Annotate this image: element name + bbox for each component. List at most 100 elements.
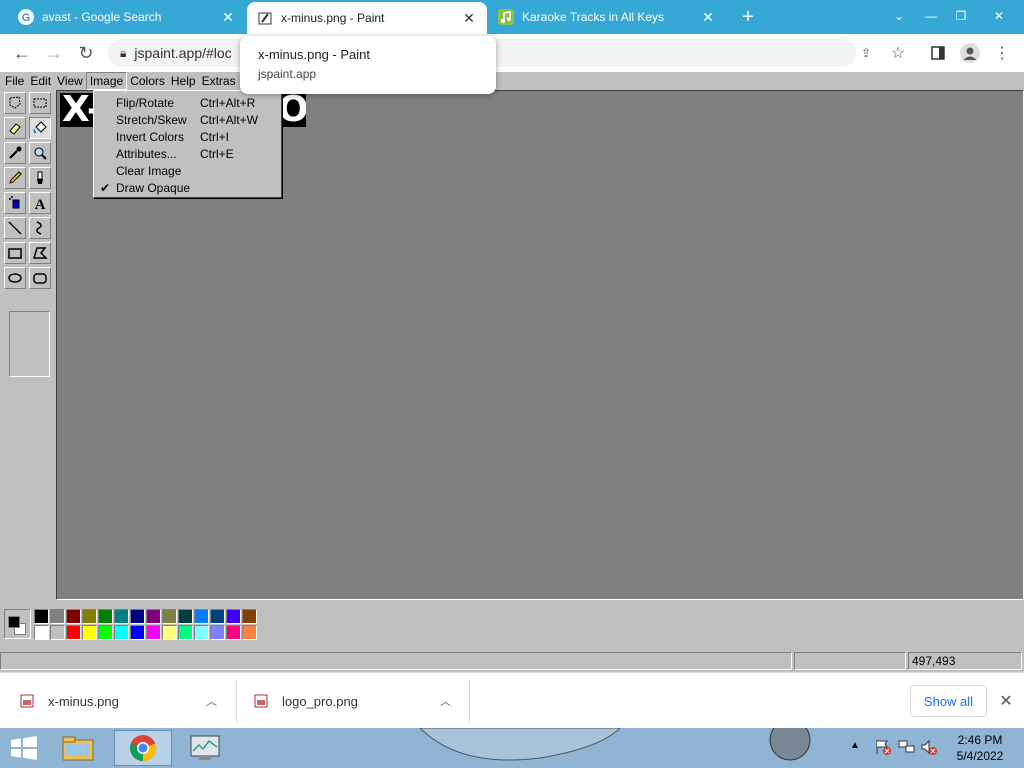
menu-image[interactable]: Image bbox=[85, 72, 128, 90]
restore-icon[interactable]: ❐ bbox=[946, 0, 976, 32]
status-text bbox=[0, 652, 792, 670]
kebab-menu-icon[interactable]: ⋮ bbox=[988, 39, 1016, 67]
color-swatch[interactable] bbox=[66, 625, 81, 640]
eraser-icon[interactable] bbox=[4, 117, 26, 139]
image-file-icon bbox=[254, 694, 268, 708]
color-swatch[interactable] bbox=[98, 609, 113, 624]
chevron-up-icon[interactable]: ︿ bbox=[206, 693, 217, 709]
color-swatch[interactable] bbox=[50, 625, 65, 640]
rectangle-icon[interactable] bbox=[4, 242, 26, 264]
color-swatch[interactable] bbox=[226, 625, 241, 640]
tab-google-search[interactable]: G avast - Google Search ✕ bbox=[8, 0, 246, 34]
color-swatch[interactable] bbox=[34, 609, 49, 624]
back-icon[interactable]: ← bbox=[8, 39, 36, 67]
menu-edit[interactable]: Edit bbox=[27, 72, 54, 90]
color-swatch[interactable] bbox=[98, 625, 113, 640]
show-hidden-icons-chevron-icon[interactable]: ▲ bbox=[850, 740, 860, 751]
color-swatch[interactable] bbox=[82, 609, 97, 624]
color-swatch[interactable] bbox=[114, 609, 129, 624]
network-icon[interactable] bbox=[898, 738, 916, 756]
system-clock[interactable]: 2:46 PM 5/4/2022 bbox=[944, 732, 1016, 764]
close-tab-icon[interactable]: ✕ bbox=[220, 9, 236, 25]
menu-item[interactable]: ✔ Draw Opaque bbox=[94, 179, 281, 196]
menu-item[interactable]: Invert Colors Ctrl+I bbox=[94, 128, 281, 145]
pick-color-icon[interactable] bbox=[4, 142, 26, 164]
close-window-icon[interactable]: ✕ bbox=[984, 0, 1014, 32]
current-colors[interactable] bbox=[4, 609, 31, 639]
side-panel-icon[interactable] bbox=[924, 39, 952, 67]
menu-extras[interactable]: Extras bbox=[199, 72, 239, 90]
color-swatch[interactable] bbox=[210, 609, 225, 624]
close-tab-icon[interactable]: ✕ bbox=[461, 10, 477, 26]
fill-icon[interactable] bbox=[29, 117, 51, 139]
color-swatch[interactable] bbox=[162, 625, 177, 640]
reload-icon[interactable]: ↻ bbox=[72, 39, 100, 67]
volume-muted-icon[interactable] bbox=[920, 738, 938, 756]
color-swatch[interactable] bbox=[130, 625, 145, 640]
color-swatch[interactable] bbox=[34, 625, 49, 640]
tab-paint[interactable]: x-minus.png - Paint ✕ bbox=[247, 2, 487, 34]
color-swatch[interactable] bbox=[66, 609, 81, 624]
forward-icon[interactable]: → bbox=[40, 39, 68, 67]
task-manager-icon[interactable] bbox=[176, 730, 234, 766]
tool-options-box[interactable] bbox=[9, 311, 50, 377]
color-swatch[interactable] bbox=[114, 625, 129, 640]
free-form-select-icon[interactable] bbox=[4, 92, 26, 114]
rounded-rectangle-icon[interactable] bbox=[29, 267, 51, 289]
brush-icon[interactable] bbox=[29, 167, 51, 189]
divider bbox=[236, 679, 237, 723]
color-swatch[interactable] bbox=[146, 625, 161, 640]
color-swatch[interactable] bbox=[242, 625, 257, 640]
select-icon[interactable] bbox=[29, 92, 51, 114]
text-icon[interactable]: A bbox=[29, 192, 51, 214]
color-swatch[interactable] bbox=[178, 609, 193, 624]
menu-help[interactable]: Help bbox=[168, 72, 199, 90]
color-swatch[interactable] bbox=[146, 609, 161, 624]
action-center-flag-icon[interactable] bbox=[874, 738, 892, 756]
magnifier-icon[interactable] bbox=[29, 142, 51, 164]
color-swatch[interactable] bbox=[226, 609, 241, 624]
color-swatch[interactable] bbox=[130, 609, 145, 624]
start-button[interactable] bbox=[4, 730, 44, 766]
download-item[interactable]: logo_pro.png ︿ bbox=[254, 673, 468, 729]
show-all-button[interactable]: Show all bbox=[910, 685, 987, 717]
close-icon[interactable]: ✕ bbox=[996, 691, 1016, 711]
color-swatch[interactable] bbox=[194, 609, 209, 624]
menu-item[interactable]: Flip/Rotate Ctrl+Alt+R bbox=[94, 94, 281, 111]
file-explorer-icon[interactable] bbox=[56, 730, 100, 766]
color-swatch[interactable] bbox=[82, 625, 97, 640]
color-swatch[interactable] bbox=[242, 609, 257, 624]
chevron-up-icon[interactable]: ︿ bbox=[440, 693, 451, 709]
pencil-icon[interactable] bbox=[4, 167, 26, 189]
color-swatch[interactable] bbox=[162, 609, 177, 624]
bookmark-star-icon[interactable]: ☆ bbox=[884, 39, 912, 67]
download-item[interactable]: x-minus.png ︿ bbox=[20, 673, 234, 729]
chrome-taskbar-button[interactable] bbox=[114, 730, 172, 766]
tab-search-chevron-icon[interactable]: ⌄ bbox=[884, 0, 914, 32]
curve-icon[interactable] bbox=[29, 217, 51, 239]
menu-item[interactable]: Clear Image bbox=[94, 162, 281, 179]
polygon-icon[interactable] bbox=[29, 242, 51, 264]
menu-item[interactable]: Attributes... Ctrl+E bbox=[94, 145, 281, 162]
new-tab-button[interactable]: + bbox=[736, 4, 760, 30]
color-swatch[interactable] bbox=[194, 625, 209, 640]
hover-card-origin: jspaint.app bbox=[258, 67, 317, 81]
menu-item[interactable]: Stretch/Skew Ctrl+Alt+W bbox=[94, 111, 281, 128]
tab-karaoke[interactable]: Karaoke Tracks in All Keys ✕ bbox=[488, 0, 726, 34]
ellipse-icon[interactable] bbox=[4, 267, 26, 289]
menu-view[interactable]: View bbox=[54, 72, 86, 90]
line-icon[interactable] bbox=[4, 217, 26, 239]
wallpaper-art bbox=[419, 728, 811, 761]
primary-color-swatch[interactable] bbox=[8, 616, 20, 628]
profile-icon[interactable] bbox=[956, 39, 984, 67]
minimize-icon[interactable]: — bbox=[916, 0, 946, 32]
color-swatch[interactable] bbox=[178, 625, 193, 640]
menu-item-label: Clear Image bbox=[116, 163, 182, 178]
menu-file[interactable]: File bbox=[2, 72, 27, 90]
color-swatch[interactable] bbox=[210, 625, 225, 640]
share-icon[interactable]: ⇪ bbox=[852, 39, 880, 67]
menu-colors[interactable]: Colors bbox=[127, 72, 168, 90]
close-tab-icon[interactable]: ✕ bbox=[700, 9, 716, 25]
color-swatch[interactable] bbox=[50, 609, 65, 624]
airbrush-icon[interactable] bbox=[4, 192, 26, 214]
